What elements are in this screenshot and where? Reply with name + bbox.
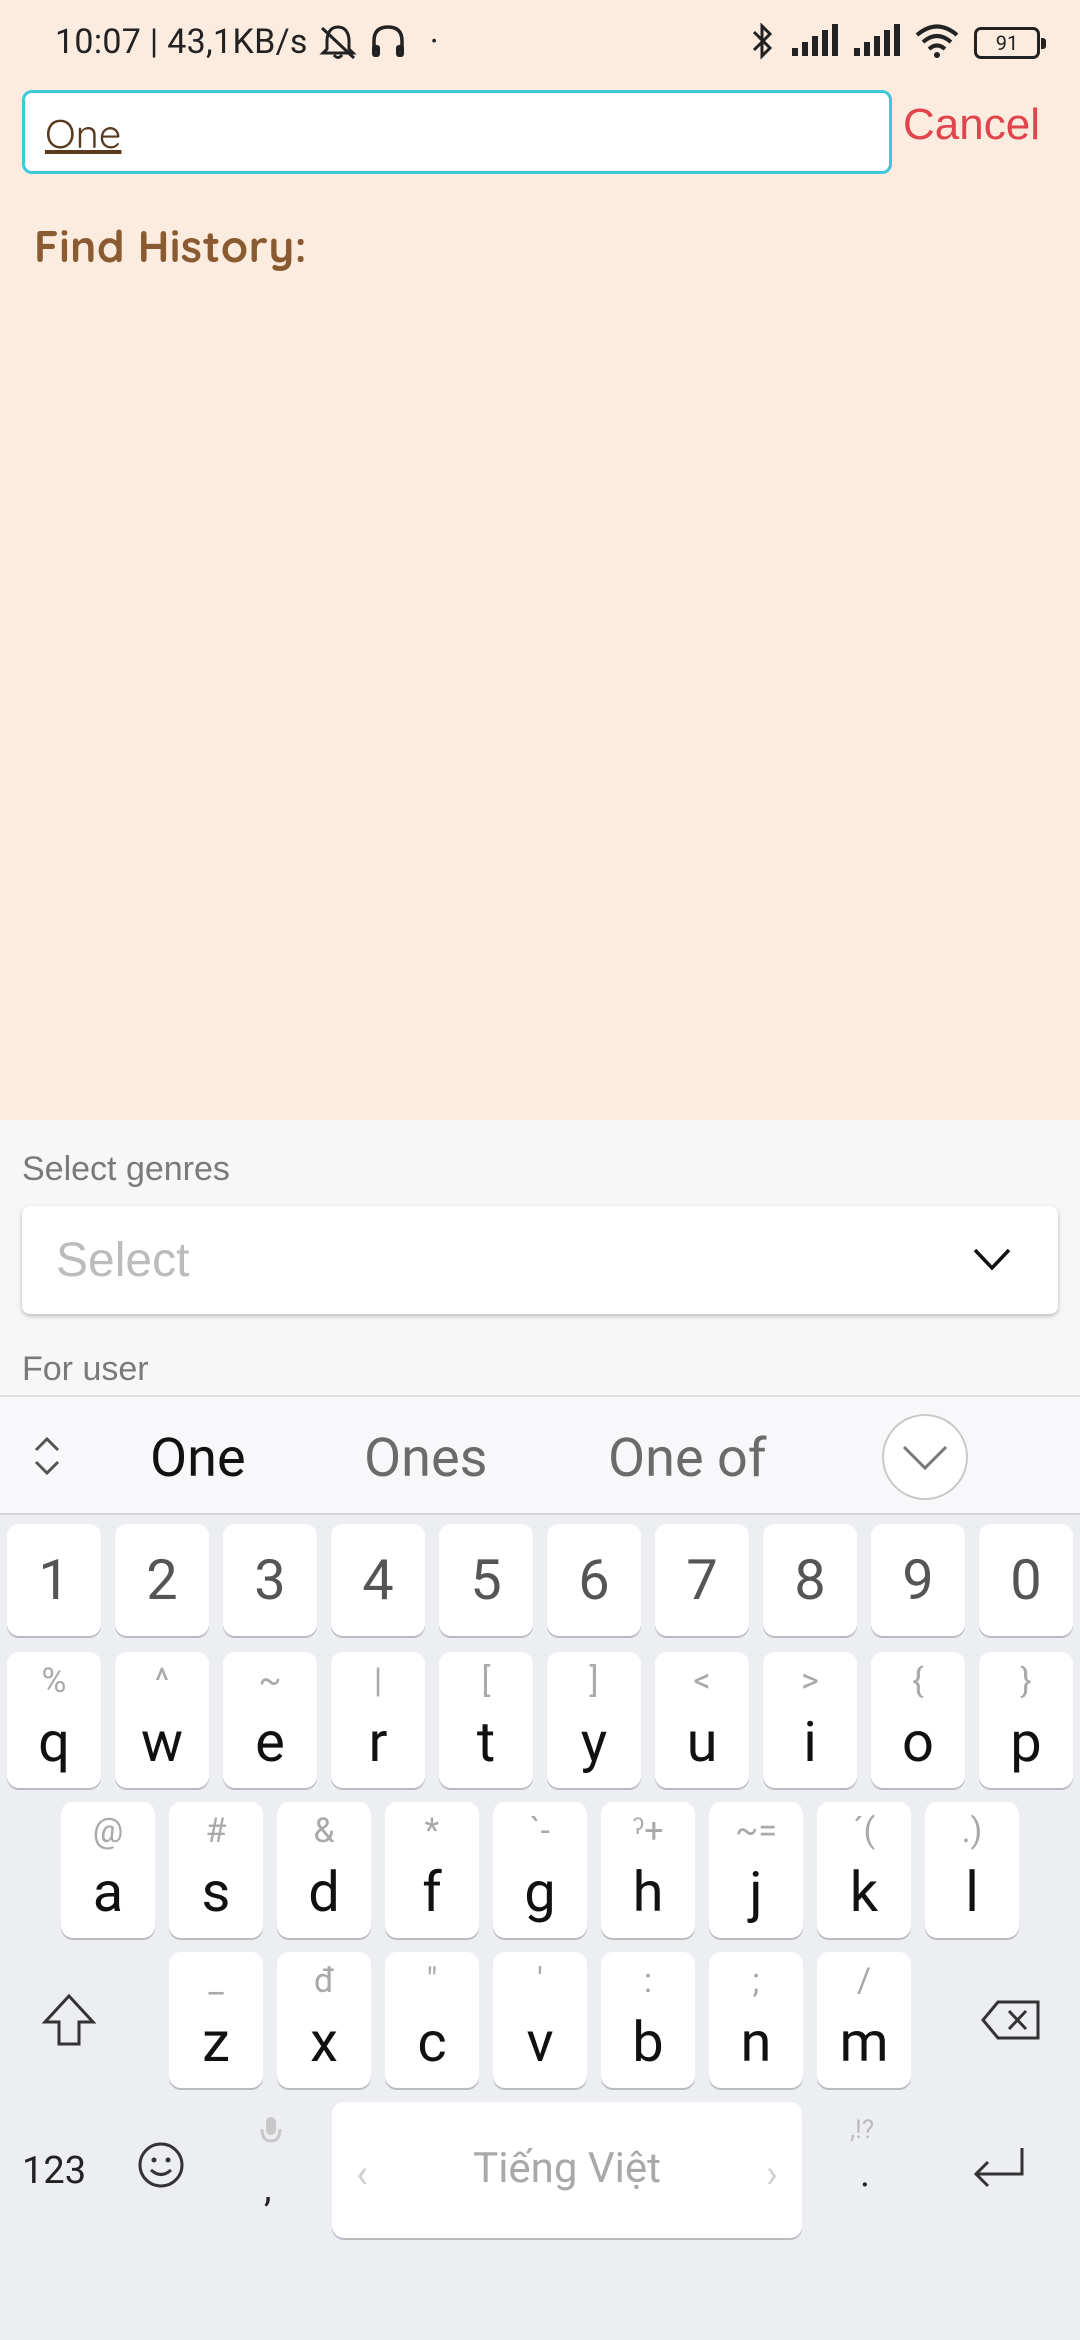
cursor-move-icon[interactable] bbox=[30, 1433, 64, 1483]
key-e[interactable]: ~ e bbox=[223, 1652, 317, 1788]
key-g[interactable]: `- g bbox=[493, 1802, 587, 1938]
enter-arrow-icon bbox=[973, 2148, 1024, 2188]
key-2[interactable]: 2 bbox=[115, 1524, 209, 1636]
search-input[interactable] bbox=[45, 103, 865, 163]
key-v[interactable]: ' v bbox=[493, 1952, 587, 2088]
status-bar: 10:07 | 43,1KB/s · 91 bbox=[0, 0, 1080, 92]
space-key[interactable]: ‹ Tiếng Việt › bbox=[332, 2102, 802, 2238]
suggestion-word[interactable]: One bbox=[150, 1427, 246, 1490]
select-placeholder: Select bbox=[56, 1234, 190, 1287]
headphones-icon bbox=[368, 23, 408, 61]
on-screen-keyboard: One Ones One of 1 2 3 4 5 6 7 8 9 0 % q ^… bbox=[0, 1395, 1080, 2340]
emoji-key[interactable] bbox=[136, 2140, 186, 2200]
key-8[interactable]: 8 bbox=[763, 1524, 857, 1636]
key-a[interactable]: @ a bbox=[61, 1802, 155, 1938]
key-0[interactable]: 0 bbox=[979, 1524, 1073, 1636]
key-b[interactable]: :b bbox=[601, 1952, 695, 2088]
suggestion-bar: One Ones One of bbox=[0, 1397, 1080, 1515]
genres-select[interactable]: Select bbox=[22, 1206, 1058, 1314]
key-9[interactable]: 9 bbox=[871, 1524, 965, 1636]
key-7[interactable]: 7 bbox=[655, 1524, 749, 1636]
bluetooth-icon bbox=[750, 22, 776, 64]
key-p[interactable]: } p bbox=[979, 1652, 1073, 1788]
key-m[interactable]: / m bbox=[817, 1952, 911, 2088]
genres-label: Select genres bbox=[22, 1150, 230, 1188]
for-user-label: For user bbox=[22, 1350, 149, 1388]
key-4[interactable]: 4 bbox=[331, 1524, 425, 1636]
space-language-label: Tiếng Việt bbox=[473, 2144, 661, 2193]
filter-panel: Select genres Select For user bbox=[0, 1120, 1080, 1395]
key-f[interactable]: * f bbox=[385, 1802, 479, 1938]
emoji-icon bbox=[138, 2142, 184, 2188]
key-5[interactable]: 5 bbox=[439, 1524, 533, 1636]
key-c[interactable]: " c bbox=[385, 1952, 479, 2088]
key-h[interactable]: ˀ+ h bbox=[601, 1802, 695, 1938]
backspace-icon bbox=[981, 2000, 1040, 2040]
period-key[interactable]: . bbox=[860, 2152, 870, 2196]
key-k[interactable]: ´(k bbox=[817, 1802, 911, 1938]
notification-dot: · bbox=[429, 22, 439, 62]
key-6[interactable]: 6 bbox=[547, 1524, 641, 1636]
enter-key[interactable] bbox=[968, 2142, 1028, 2202]
collapse-keyboard-button[interactable] bbox=[882, 1414, 968, 1500]
punctuation-hint: ,!? bbox=[850, 2115, 875, 2145]
signal-icon-2 bbox=[852, 24, 900, 62]
key-n[interactable]: ; n bbox=[709, 1952, 803, 2088]
battery-icon: 91 bbox=[974, 27, 1046, 59]
status-time-speed: 10:07 | 43,1KB/s bbox=[55, 22, 308, 62]
cancel-button[interactable]: Cancel bbox=[903, 100, 1040, 150]
key-1[interactable]: 1 bbox=[7, 1524, 101, 1636]
chevron-right-icon: › bbox=[765, 2150, 778, 2197]
suggestion-word[interactable]: Ones bbox=[364, 1427, 487, 1490]
find-history-title: Find History: bbox=[34, 218, 308, 273]
key-o[interactable]: {o bbox=[871, 1652, 965, 1788]
chevron-down-icon bbox=[972, 1244, 1012, 1278]
key-r[interactable]: | r bbox=[331, 1652, 425, 1788]
key-d[interactable]: & d bbox=[277, 1802, 371, 1938]
key-3[interactable]: 3 bbox=[223, 1524, 317, 1636]
key-i[interactable]: > i bbox=[763, 1652, 857, 1788]
key-j[interactable]: ~= j bbox=[709, 1802, 803, 1938]
backspace-key[interactable] bbox=[964, 1952, 1058, 2088]
search-field[interactable] bbox=[22, 90, 892, 174]
key-t[interactable]: [t bbox=[439, 1652, 533, 1788]
shift-key[interactable] bbox=[22, 1952, 116, 2088]
key-l[interactable]: .) l bbox=[925, 1802, 1019, 1938]
comma-key[interactable]: , bbox=[264, 2167, 271, 2211]
key-w[interactable]: ^ w bbox=[115, 1652, 209, 1788]
signal-icon bbox=[790, 24, 838, 62]
key-z[interactable]: _ z bbox=[169, 1952, 263, 2088]
suggestion-word[interactable]: One of bbox=[608, 1427, 767, 1490]
key-x[interactable]: đx bbox=[277, 1952, 371, 2088]
key-s[interactable]: # s bbox=[169, 1802, 263, 1938]
key-q[interactable]: % q bbox=[7, 1652, 101, 1788]
key-u[interactable]: < u bbox=[655, 1652, 749, 1788]
key-y[interactable]: ] y bbox=[547, 1652, 641, 1788]
mic-icon bbox=[258, 2115, 284, 2159]
bell-muted-icon bbox=[318, 23, 358, 61]
numeric-mode-key[interactable]: 123 bbox=[22, 2149, 86, 2193]
shift-arrow-icon bbox=[41, 1993, 97, 2046]
wifi-icon bbox=[914, 24, 960, 62]
